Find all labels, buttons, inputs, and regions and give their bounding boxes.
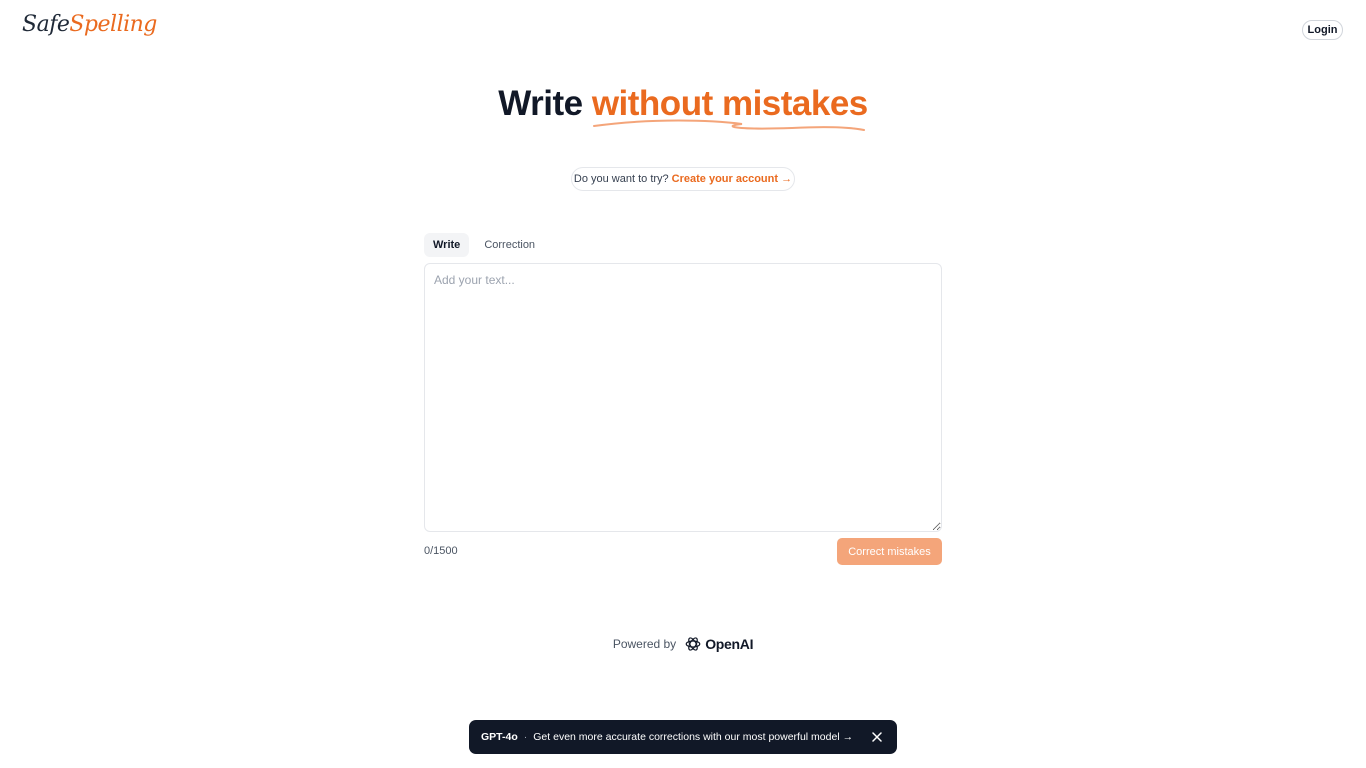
logo-part-safe: Safe (22, 12, 70, 37)
text-input[interactable] (424, 263, 942, 532)
banner-model: GPT-4o (481, 731, 518, 743)
title-plain: Write (498, 84, 583, 123)
tab-correction[interactable]: Correction (475, 233, 544, 257)
powered-by: Powered by OpenAI (0, 634, 1366, 654)
header: SafeSpelling Login (0, 0, 1366, 60)
openai-name: OpenAI (705, 636, 754, 652)
logo-part-spelling: Spelling (69, 12, 157, 37)
upgrade-banner: GPT-4o · Get even more accurate correcti… (469, 720, 897, 754)
login-button[interactable]: Login (1302, 20, 1343, 40)
tab-write[interactable]: Write (424, 233, 470, 257)
create-account-pill: Do you want to try? Create your account … (571, 167, 795, 191)
banner-separator: · (523, 731, 528, 743)
openai-brand[interactable]: OpenAI (684, 635, 753, 653)
banner-message-link[interactable]: Get even more accurate corrections with … (533, 731, 869, 743)
scribble-underline-icon (592, 119, 865, 131)
openai-logo-icon (685, 637, 701, 651)
create-account-link[interactable]: Create your account → (672, 173, 792, 185)
page-title: Write without mistakes (0, 84, 1366, 131)
cta-prompt: Do you want to try? (573, 173, 669, 185)
editor-tabs: Write Correction (424, 233, 544, 257)
close-icon[interactable] (869, 729, 885, 745)
powered-by-label: Powered by (612, 637, 677, 651)
title-highlight: without mistakes (592, 84, 868, 131)
logo[interactable]: SafeSpelling (22, 12, 157, 37)
character-counter: 0/1500 (424, 545, 458, 557)
correct-mistakes-button[interactable]: Correct mistakes (837, 538, 942, 565)
